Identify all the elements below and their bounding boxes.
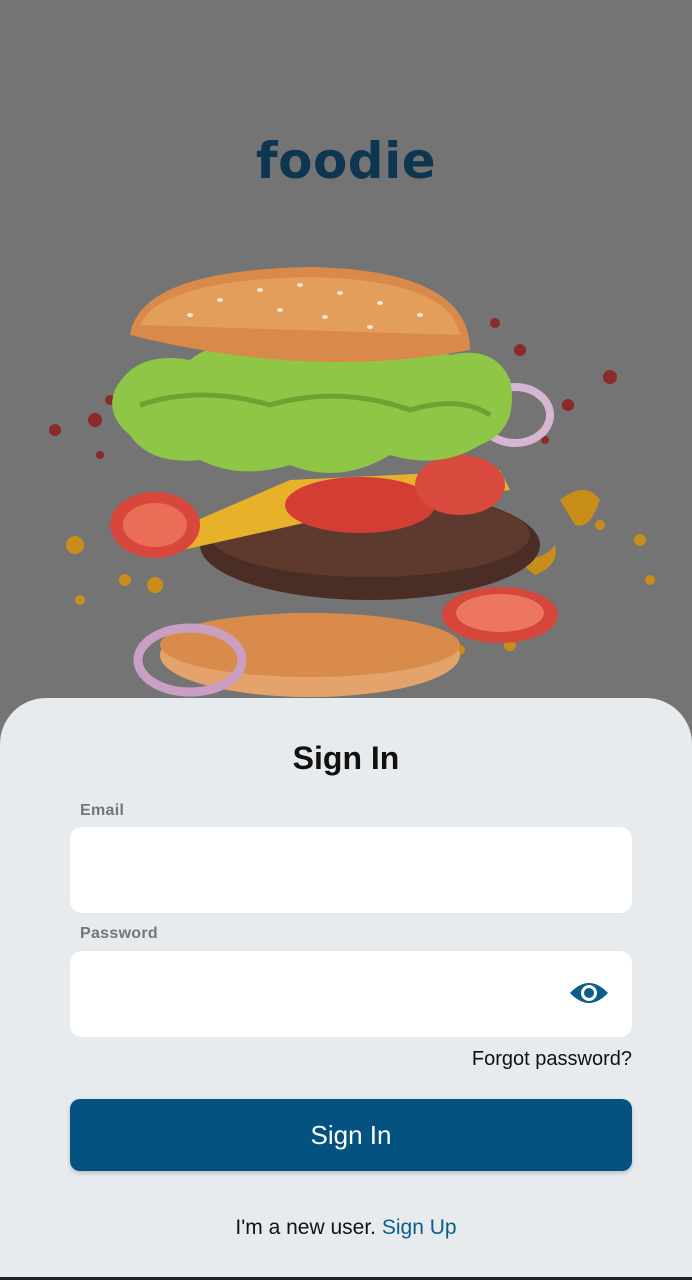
eye-icon[interactable] (568, 977, 610, 1009)
burger-image (49, 267, 655, 697)
email-label: Email (80, 802, 125, 819)
password-label: Password (80, 925, 158, 942)
email-field[interactable] (70, 827, 632, 913)
sign-in-button[interactable]: Sign In (70, 1099, 632, 1171)
forgot-password-link[interactable]: Forgot password? (400, 1048, 632, 1071)
sign-up-link[interactable]: Sign Up (382, 1216, 457, 1239)
new-user-text: I'm a new user. (235, 1216, 376, 1239)
email-field-container (70, 827, 632, 913)
signup-prompt: I'm a new user. Sign Up (0, 1216, 692, 1240)
brand-logo-text: foodie (255, 132, 437, 190)
sign-in-title: Sign In (292, 740, 400, 776)
password-field[interactable] (70, 951, 632, 1037)
password-field-container (70, 951, 632, 1037)
hero-section: foodie (0, 0, 692, 720)
